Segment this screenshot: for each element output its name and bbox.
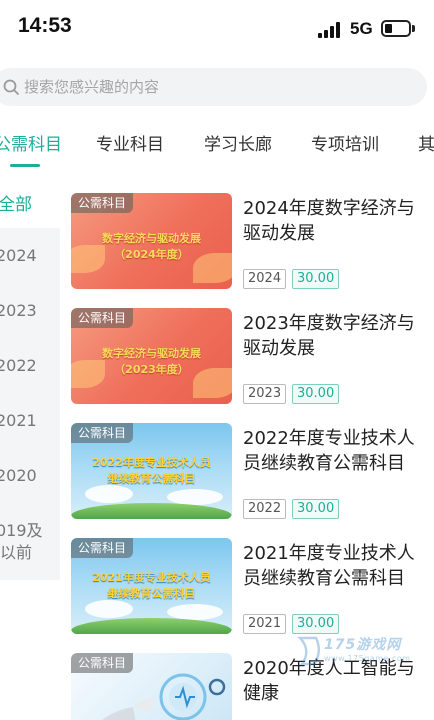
thumbnail-title-line2: 继续教育公需科目 <box>107 472 196 485</box>
tab-other[interactable]: 其 <box>418 130 434 155</box>
thumbnail-title-line1: 2022年度专业技术人员 <box>92 456 211 469</box>
course-thumbnail: 公需科目 数字经济与驱动发展 （2024年度） <box>71 193 232 289</box>
course-title: 2023年度数字经济与驱动发展 <box>243 313 415 359</box>
thumbnail-decoration <box>71 503 232 519</box>
thumbnail-title: 数字经济与驱动发展 （2023年度） <box>71 346 232 378</box>
status-time: 14:53 <box>18 14 72 37</box>
thumbnail-title-line1: 数字经济与驱动发展 <box>102 347 201 360</box>
year-badge: 2023 <box>243 384 287 404</box>
tab-learning-gallery[interactable]: 学习长廊 <box>204 130 272 155</box>
thumbnail-title-line2: （2024年度） <box>114 248 189 261</box>
course-thumbnail: 公需科目 数字经济与驱动发展 （2023年度） <box>71 308 232 404</box>
year-badge: 2024 <box>243 269 287 289</box>
course-card[interactable]: 公需科目 数字经济与驱动发展 （2023年度） 2023年度数字经济与驱动发展 … <box>71 308 431 408</box>
course-tag: 公需科目 <box>71 193 134 213</box>
tab-public-subjects[interactable]: 公需科目 <box>0 130 62 155</box>
course-card[interactable]: 公需科目 2021年度专业技术人员 继续教育公需科目 2021年度专业技术人员继… <box>71 538 431 638</box>
year-item-2020[interactable]: 2020 <box>0 466 37 485</box>
course-tag: 公需科目 <box>71 538 134 558</box>
course-tag: 公需科目 <box>71 308 134 328</box>
year-item-2023[interactable]: 2023 <box>0 301 37 320</box>
thumbnail-title: 2022年度专业技术人员 继续教育公需科目 <box>71 455 232 487</box>
battery-level <box>385 24 392 33</box>
thumbnail-title: 2021年度专业技术人员 继续教育公需科目 <box>71 570 232 602</box>
thumbnail-title: 数字经济与驱动发展 （2024年度） <box>71 231 232 263</box>
credit-badge: 30.00 <box>292 269 340 289</box>
course-card[interactable]: 公需科目 2022年度专业技术人员 继续教育公需科目 2022年度专业技术人员继… <box>71 423 431 523</box>
year-item-2024[interactable]: 2024 <box>0 246 37 265</box>
thumbnail-decoration <box>85 485 133 503</box>
signal-icon <box>318 22 340 38</box>
search-icon <box>3 79 19 95</box>
year-item-2021[interactable]: 2021 <box>0 411 37 430</box>
year-sidebar: 全部 2024 2023 2022 2021 2020 019及 以前 <box>0 180 60 580</box>
status-bar: 14:53 5G <box>0 0 434 62</box>
course-title: 2021年度专业技术人员继续教育公需科目 <box>243 543 415 589</box>
course-tag: 公需科目 <box>71 653 134 673</box>
search-bar[interactable] <box>0 68 427 106</box>
thumbnail-decoration <box>85 600 133 618</box>
thumbnail-decoration <box>71 618 232 634</box>
course-thumbnail: 公需科目 2021年度专业技术人员 继续教育公需科目 <box>71 538 232 634</box>
thumbnail-title-line1: 数字经济与驱动发展 <box>102 232 201 245</box>
watermark-url: www.175game.com <box>324 654 411 663</box>
thumbnail-title-line2: （2023年度） <box>114 363 189 376</box>
course-title: 2022年度专业技术人员继续教育公需科目 <box>243 428 415 474</box>
course-thumbnail: 公需科目 2022年度专业技术人员 继续教育公需科目 <box>71 423 232 519</box>
tab-professional-subjects[interactable]: 专业科目 <box>96 130 164 155</box>
tab-special-training[interactable]: 专项培训 <box>311 130 379 155</box>
thumbnail-title-line2: 继续教育公需科目 <box>107 587 196 600</box>
year-item-2019-line2: 以前 <box>0 543 33 562</box>
battery-tip <box>412 25 415 32</box>
year-item-2019-line1: 019及 <box>0 521 43 540</box>
watermark-emblem-icon <box>296 636 320 666</box>
watermark-logo: 175游戏网 www.175game.com <box>296 630 420 674</box>
credit-badge: 30.00 <box>292 384 340 404</box>
year-badge: 2021 <box>243 614 287 634</box>
network-label: 5G <box>350 19 373 38</box>
search-input[interactable] <box>24 75 404 99</box>
year-item-2019-and-earlier[interactable]: 019及 以前 <box>0 520 43 564</box>
category-tabs: 公需科目 专业科目 学习长廊 专项培训 其 <box>0 122 434 170</box>
credit-badge: 30.00 <box>292 499 340 519</box>
course-title: 2024年度数字经济与驱动发展 <box>243 198 415 244</box>
year-item-2022[interactable]: 2022 <box>0 356 37 375</box>
year-badge: 2022 <box>243 499 287 519</box>
course-tag: 公需科目 <box>71 423 134 443</box>
course-card[interactable]: 公需科目 数字经济与驱动发展 （2024年度） 2024年度数字经济与驱动发展 … <box>71 193 431 293</box>
battery-icon <box>381 20 411 37</box>
course-thumbnail: 公需科目 <box>71 653 232 720</box>
watermark-text: 175游戏网 <box>324 637 402 653</box>
thumbnail-title-line1: 2021年度专业技术人员 <box>92 571 211 584</box>
year-item-all[interactable]: 全部 <box>0 190 32 215</box>
tab-active-indicator <box>10 164 40 167</box>
